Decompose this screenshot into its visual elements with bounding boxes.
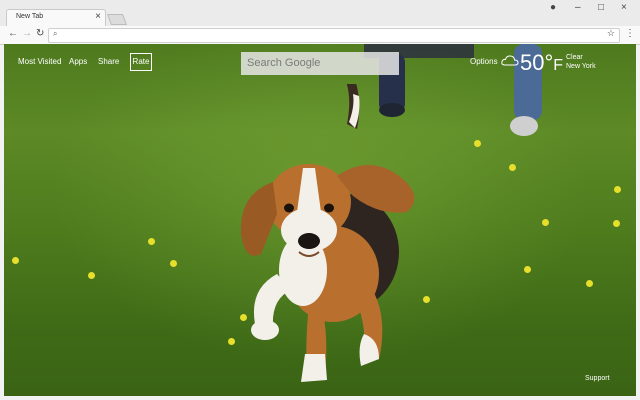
flower (613, 220, 620, 227)
browser-window: New Tab × ● – □ × ← → ↻ ⌕ ☆ ⋮ Most Visit… (0, 0, 640, 400)
search-placeholder: Search Google (247, 57, 321, 69)
temperature-value: 50° (520, 50, 554, 75)
bookmark-star-icon[interactable]: ☆ (607, 28, 615, 39)
options-link[interactable]: Options (470, 57, 498, 66)
tab-new-tab[interactable]: New Tab × (6, 9, 106, 27)
flower (170, 260, 177, 267)
menu-icon[interactable]: ⋮ (625, 28, 635, 39)
flower (474, 140, 481, 147)
tab-title: New Tab (16, 13, 44, 20)
flower (509, 164, 516, 171)
close-button[interactable]: × (621, 2, 627, 13)
minimize-button[interactable]: – (575, 2, 581, 13)
temperature: 50°F (520, 50, 563, 76)
weather-condition: Clear (566, 54, 583, 61)
browser-toolbar: ← → ↻ ⌕ ☆ ⋮ (0, 26, 640, 45)
address-bar[interactable]: ⌕ ☆ (48, 28, 620, 43)
flower (542, 219, 549, 226)
nav-apps[interactable]: Apps (69, 57, 87, 66)
tab-strip: New Tab × ● – □ × (0, 0, 640, 27)
new-tab-button[interactable] (106, 14, 128, 25)
reload-icon[interactable]: ↻ (36, 28, 44, 39)
search-google-input[interactable]: Search Google (241, 52, 399, 75)
flower (614, 186, 621, 193)
weather-location: New York (566, 63, 596, 70)
weather-info: Clear New York (566, 53, 596, 71)
maximize-button[interactable]: □ (598, 2, 604, 13)
flower (586, 280, 593, 287)
search-icon: ⌕ (53, 29, 58, 38)
temperature-unit: F (553, 57, 564, 74)
flower (88, 272, 95, 279)
support-link[interactable]: Support (585, 375, 610, 382)
forward-icon[interactable]: → (22, 28, 32, 39)
cloud-icon (501, 55, 519, 66)
flower (524, 266, 531, 273)
new-tab-page: Most Visited Apps Share Rate Search Goog… (4, 44, 636, 396)
profile-icon[interactable]: ● (550, 2, 556, 13)
back-icon[interactable]: ← (8, 28, 18, 39)
nav-share[interactable]: Share (98, 57, 119, 66)
tab-close-icon[interactable]: × (95, 11, 101, 22)
nav-most-visited[interactable]: Most Visited (18, 57, 61, 66)
rate-button[interactable]: Rate (130, 53, 152, 71)
beagle-puppy-photo (240, 84, 415, 382)
flower (148, 238, 155, 245)
flower (12, 257, 19, 264)
